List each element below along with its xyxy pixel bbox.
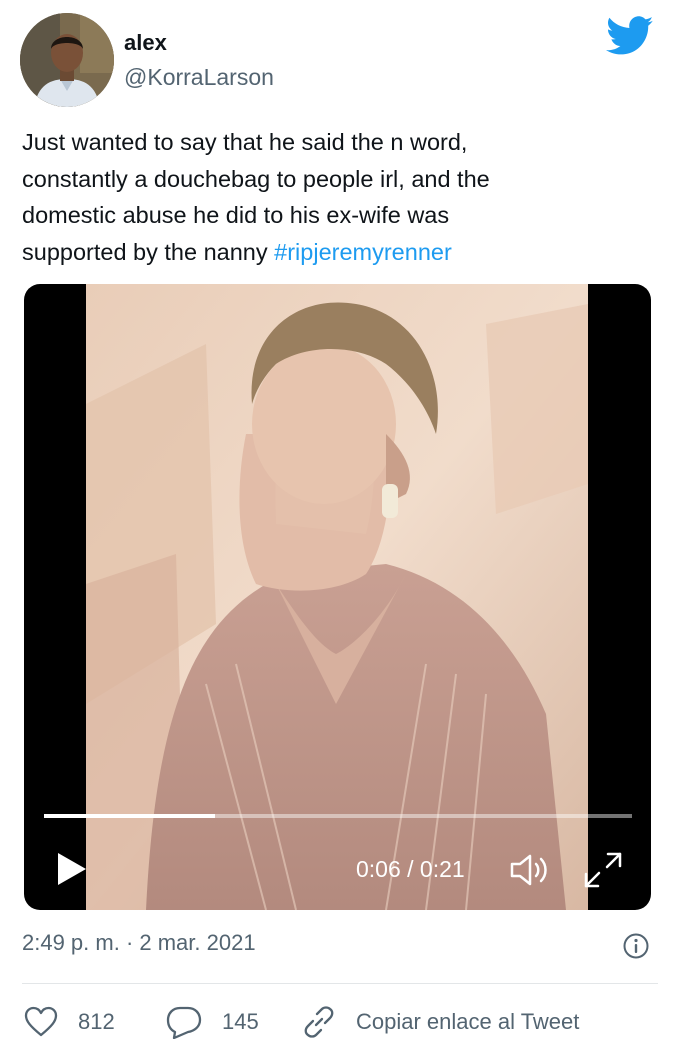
video-progress-bar[interactable] <box>44 814 632 818</box>
play-icon[interactable] <box>54 851 88 887</box>
display-name[interactable]: alex <box>124 30 167 56</box>
like-count: 812 <box>78 1009 115 1034</box>
hashtag-link[interactable]: #ripjeremyrenner <box>274 239 452 265</box>
avatar[interactable] <box>20 13 114 107</box>
fullscreen-icon[interactable] <box>582 850 624 890</box>
tweet-text: Just wanted to say that he said the n wo… <box>22 124 662 270</box>
tweet-line: constantly a douchebag to people irl, an… <box>22 165 490 192</box>
heart-icon <box>24 1006 58 1037</box>
video-progress-fill <box>44 814 215 818</box>
reply-icon <box>166 1006 202 1039</box>
tweet-line: Just wanted to say that he said the n wo… <box>22 129 468 155</box>
video-time: 0:06 / 0:21 <box>356 856 465 882</box>
copy-link-label: Copiar enlace al Tweet <box>356 1009 580 1034</box>
divider <box>22 983 658 984</box>
tweet-line-text: supported by the nanny <box>22 238 275 265</box>
tweet-timestamp[interactable]: 2:49 p. m. · 2 mar. 2021 <box>22 930 256 956</box>
user-handle[interactable]: @KorraLarson <box>124 64 274 91</box>
link-icon <box>304 1006 334 1038</box>
like-button[interactable]: 812 <box>24 1004 115 1040</box>
tweet-line: supported by the nanny #ripjeremyrenner <box>22 234 662 271</box>
info-icon[interactable] <box>622 932 650 960</box>
volume-icon[interactable] <box>508 852 552 888</box>
twitter-logo-icon[interactable] <box>606 16 654 56</box>
tweet-line: domestic abuse he did to his ex-wife was <box>22 202 450 228</box>
reply-count: 145 <box>222 1009 259 1034</box>
video-player[interactable]: 0:06 / 0:21 <box>24 284 651 910</box>
copy-link-button[interactable]: Copiar enlace al Tweet <box>302 1004 579 1040</box>
reply-button[interactable]: 145 <box>166 1004 259 1040</box>
tweet-card: alex @KorraLarson Just wanted to say tha… <box>0 0 680 1046</box>
